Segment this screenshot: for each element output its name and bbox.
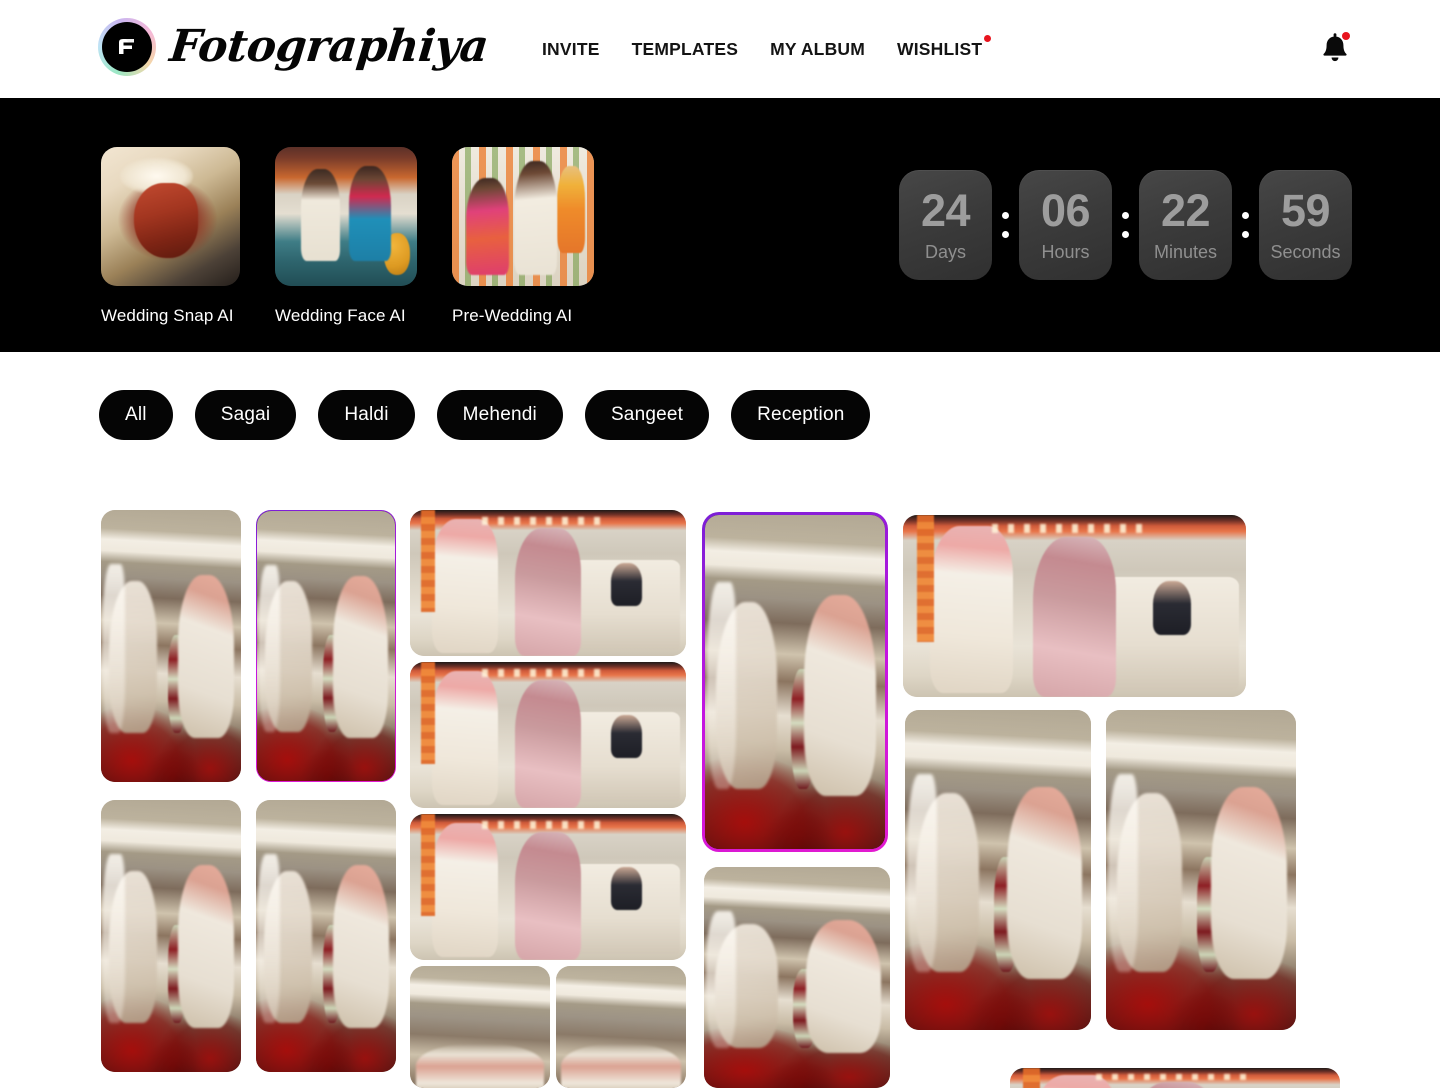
notifications-button[interactable] <box>1317 31 1353 69</box>
ai-card-pre-wedding[interactable]: Pre-Wedding AI <box>452 147 594 326</box>
filter-pill-reception[interactable]: Reception <box>731 390 871 440</box>
gallery-photo-4-selected[interactable] <box>702 512 888 852</box>
gallery-photo-13[interactable] <box>704 867 890 1088</box>
notification-badge-dot <box>1342 32 1350 40</box>
main-nav: INVITE TEMPLATES MY ALBUM WISHLIST <box>542 35 992 62</box>
pre-wedding-thumbnail[interactable] <box>452 147 594 286</box>
nav-label: INVITE <box>542 39 600 59</box>
countdown-cell-hours: 06 Hours <box>1019 170 1112 280</box>
gallery-photo-11[interactable] <box>410 966 550 1088</box>
countdown-timer: 24 Days 06 Hours 22 Minutes 59 Seconds <box>899 170 1352 280</box>
filter-pill-haldi[interactable]: Haldi <box>318 390 415 440</box>
countdown-separator <box>992 170 1019 280</box>
gallery-photo-16[interactable] <box>1010 1068 1340 1088</box>
gallery-photo-1[interactable] <box>101 510 241 782</box>
filter-pill-sagai[interactable]: Sagai <box>194 390 297 440</box>
gallery-photo-10[interactable] <box>903 515 1246 697</box>
countdown-cell-seconds: 59 Seconds <box>1259 170 1352 280</box>
countdown-separator <box>1112 170 1139 280</box>
countdown-value: 22 <box>1160 184 1211 236</box>
nav-item-my-album[interactable]: MY ALBUM <box>770 36 865 62</box>
fotographiya-logo-icon <box>98 18 156 76</box>
nav-label: WISHLIST <box>897 39 983 59</box>
ai-card-wedding-face[interactable]: Wedding Face AI <box>275 147 417 326</box>
gallery-photo-6[interactable] <box>410 814 686 960</box>
filter-pill-all[interactable]: All <box>99 390 173 440</box>
countdown-label: Seconds <box>1270 241 1341 262</box>
hero-band: Wedding Snap AI Wedding Face AI Pre-Wedd… <box>0 98 1440 352</box>
filter-label: All <box>125 404 147 425</box>
countdown-value: 59 <box>1280 184 1331 236</box>
countdown-cell-days: 24 Days <box>899 170 992 280</box>
nav-item-templates[interactable]: TEMPLATES <box>632 36 738 62</box>
countdown-label: Days <box>924 241 966 262</box>
countdown-separator <box>1232 170 1259 280</box>
nav-label: MY ALBUM <box>770 39 866 59</box>
ai-feature-cards: Wedding Snap AI Wedding Face AI Pre-Wedd… <box>101 147 594 326</box>
nav-item-wishlist[interactable]: WISHLIST <box>897 35 992 62</box>
gallery-photo-14[interactable] <box>905 710 1091 1030</box>
filter-pill-sangeet[interactable]: Sangeet <box>584 390 710 440</box>
filter-label: Sangeet <box>610 404 684 425</box>
filter-label: Reception <box>757 404 845 425</box>
gallery-photo-2-selected[interactable] <box>256 510 396 782</box>
wedding-face-thumbnail[interactable] <box>275 147 417 286</box>
countdown-value: 24 <box>920 184 971 236</box>
countdown-label: Minutes <box>1153 241 1218 262</box>
nav-label: TEMPLATES <box>631 39 739 59</box>
filter-label: Sagai <box>220 404 271 425</box>
wedding-snap-thumbnail[interactable] <box>101 147 240 286</box>
wishlist-badge-dot <box>984 35 992 42</box>
site-header: Fotographiya INVITE TEMPLATES MY ALBUM W… <box>0 0 1440 98</box>
ai-card-label: Wedding Snap AI <box>101 306 234 325</box>
ai-card-label: Pre-Wedding AI <box>452 306 573 325</box>
countdown-value: 06 <box>1040 184 1091 236</box>
gallery-photo-8[interactable] <box>256 800 396 1072</box>
ai-card-wedding-snap[interactable]: Wedding Snap AI <box>101 147 240 326</box>
event-filter-bar: All Sagai Haldi Mehendi Sangeet Receptio… <box>99 390 871 440</box>
brand-logo[interactable]: Fotographiya <box>98 18 491 76</box>
filter-label: Mehendi <box>462 404 537 425</box>
filter-label: Haldi <box>344 404 389 425</box>
nav-item-invite[interactable]: INVITE <box>542 36 600 62</box>
brand-name: Fotographiya <box>167 21 491 72</box>
gallery-photo-7[interactable] <box>101 800 241 1072</box>
countdown-cell-minutes: 22 Minutes <box>1139 170 1232 280</box>
gallery-photo-12[interactable] <box>556 966 686 1088</box>
filter-pill-mehendi[interactable]: Mehendi <box>436 390 563 440</box>
countdown-label: Hours <box>1041 241 1090 262</box>
gallery-photo-15[interactable] <box>1106 710 1296 1030</box>
photo-gallery <box>0 505 1440 1088</box>
ai-card-label: Wedding Face AI <box>275 306 406 325</box>
gallery-photo-5[interactable] <box>410 662 686 808</box>
gallery-photo-3[interactable] <box>410 510 686 656</box>
